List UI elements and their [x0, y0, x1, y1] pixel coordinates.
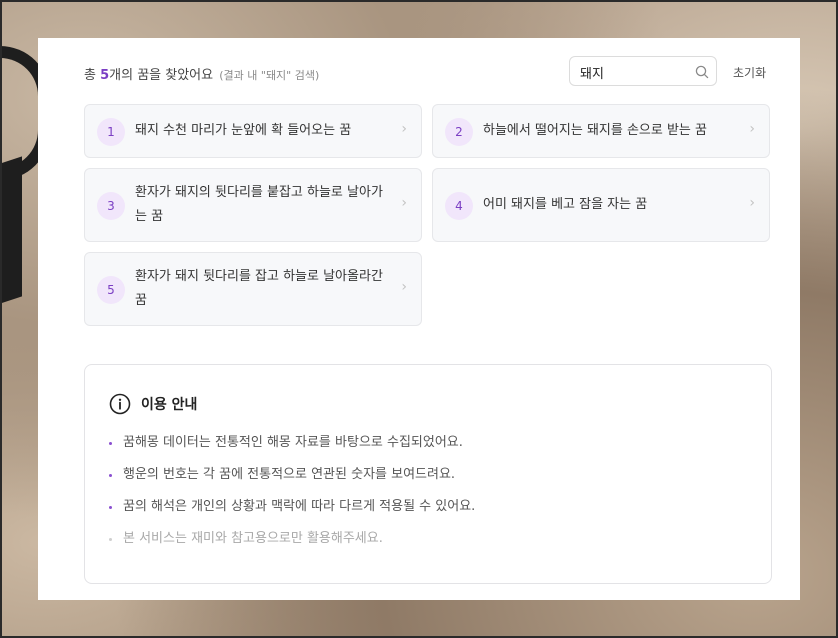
result-number-badge: 1 [97, 118, 125, 146]
notice-item-text: 본 서비스는 재미와 참고용으로만 활용해주세요. [123, 531, 383, 546]
bullet-icon [109, 474, 112, 477]
result-title: 환자가 돼지 뒷다리를 잡고 하늘로 날아올라간 꿈 [135, 269, 383, 308]
notice-item-text: 행운의 번호는 각 꿈에 전통적으로 연관된 숫자를 보여드려요. [123, 467, 456, 482]
result-number-badge: 4 [445, 192, 473, 220]
search-hint: (결과 내 "돼지" 검색) [219, 69, 320, 82]
result-card[interactable]: 5 환자가 돼지 뒷다리를 잡고 하늘로 날아올라간 꿈 › [84, 252, 422, 326]
chevron-right-icon: › [749, 195, 755, 211]
summary-suffix: 개의 꿈을 찾았어요 [109, 68, 214, 83]
notice-item: 꿈해몽 데이터는 전통적인 해몽 자료를 바탕으로 수집되었어요. [109, 433, 475, 465]
chevron-right-icon: › [401, 279, 407, 295]
notice-item: 꿈의 해석은 개인의 상황과 맥락에 따라 다르게 적용될 수 있어요. [109, 497, 475, 529]
notice-list: 꿈해몽 데이터는 전통적인 해몽 자료를 바탕으로 수집되었어요. 행운의 번호… [109, 433, 475, 561]
background-letter-shape [0, 156, 22, 304]
search-input[interactable] [580, 63, 690, 81]
result-number-badge: 5 [97, 276, 125, 304]
reset-button[interactable]: 초기화 [733, 64, 766, 81]
info-icon [109, 393, 131, 415]
notice-title: 이용 안내 [141, 397, 198, 413]
chevron-right-icon: › [401, 195, 407, 211]
notice-item-text: 꿈해몽 데이터는 전통적인 해몽 자료를 바탕으로 수집되었어요. [123, 435, 463, 450]
summary-prefix: 총 [84, 68, 101, 83]
result-title: 돼지 수천 마리가 눈앞에 확 들어오는 꿈 [135, 123, 352, 138]
result-summary: 총 5개의 꿈을 찾았어요 (결과 내 "돼지" 검색) [84, 64, 319, 83]
result-title: 어미 돼지를 베고 잠을 자는 꿈 [483, 197, 648, 212]
notice-header: 이용 안내 [109, 393, 197, 415]
result-card[interactable]: 2 하늘에서 떨어지는 돼지를 손으로 받는 꿈 › [432, 104, 770, 158]
result-card[interactable]: 1 돼지 수천 마리가 눈앞에 확 들어오는 꿈 › [84, 104, 422, 158]
result-count: 5 [100, 68, 110, 83]
result-number-badge: 3 [97, 192, 125, 220]
result-card[interactable]: 4 어미 돼지를 베고 잠을 자는 꿈 › [432, 168, 770, 242]
notice-item: 본 서비스는 재미와 참고용으로만 활용해주세요. [109, 529, 475, 561]
result-card[interactable]: 3 환자가 돼지의 뒷다리를 붙잡고 하늘로 날아가는 꿈 › [84, 168, 422, 242]
search-icon[interactable] [694, 64, 710, 80]
notice-item-text: 꿈의 해석은 개인의 상황과 맥락에 따라 다르게 적용될 수 있어요. [123, 499, 476, 514]
results-toolbar: 총 5개의 꿈을 찾았어요 (결과 내 "돼지" 검색) 초기화 [84, 56, 768, 88]
bullet-icon [109, 538, 112, 541]
chevron-right-icon: › [749, 121, 755, 137]
chevron-right-icon: › [401, 121, 407, 137]
bullet-icon [109, 442, 112, 445]
notice-item: 행운의 번호는 각 꿈에 전통적으로 연관된 숫자를 보여드려요. [109, 465, 475, 497]
bullet-icon [109, 506, 112, 509]
usage-notice: 이용 안내 꿈해몽 데이터는 전통적인 해몽 자료를 바탕으로 수집되었어요. … [84, 364, 772, 584]
result-title: 하늘에서 떨어지는 돼지를 손으로 받는 꿈 [483, 123, 707, 138]
result-title: 환자가 돼지의 뒷다리를 붙잡고 하늘로 날아가는 꿈 [135, 185, 383, 224]
content-card: 총 5개의 꿈을 찾았어요 (결과 내 "돼지" 검색) 초기화 1 돼지 수천… [38, 38, 800, 600]
result-number-badge: 2 [445, 118, 473, 146]
results-grid: 1 돼지 수천 마리가 눈앞에 확 들어오는 꿈 › 2 하늘에서 떨어지는 돼… [84, 104, 772, 328]
search-box [569, 56, 717, 86]
